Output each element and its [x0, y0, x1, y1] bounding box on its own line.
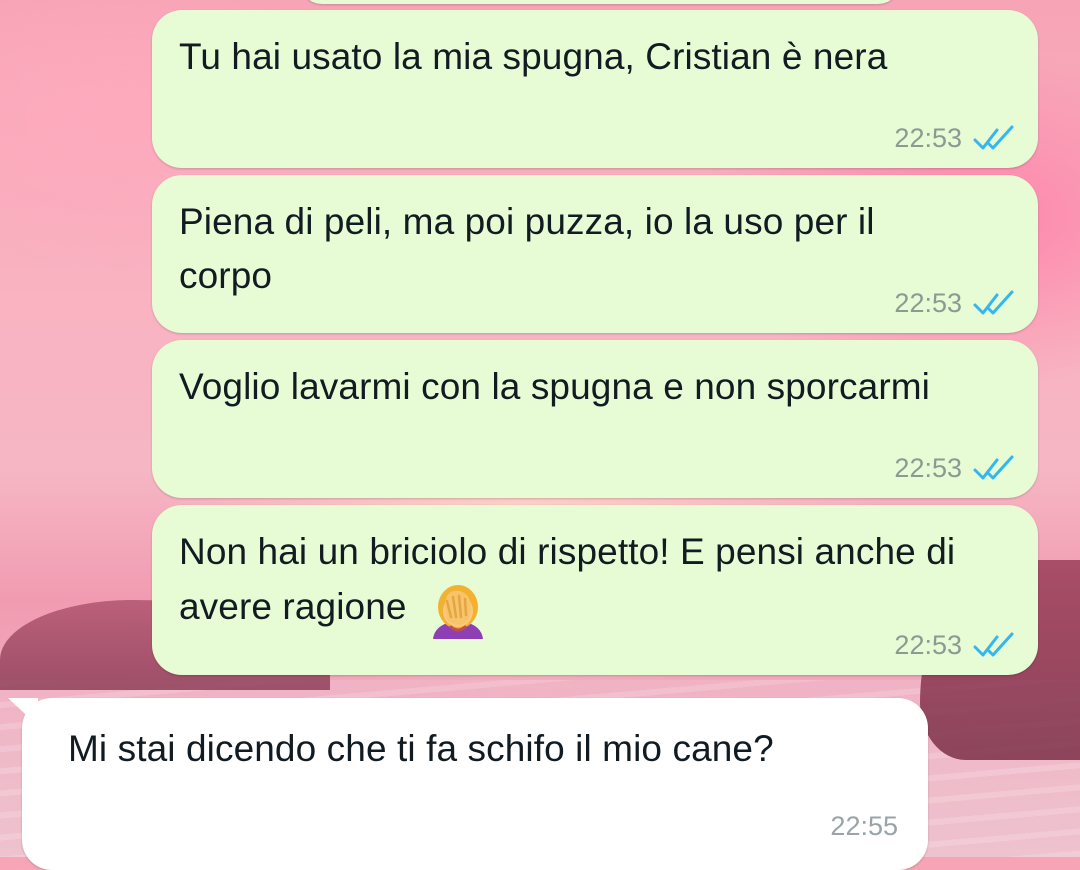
message-text: Mi stai dicendo che ti fa schifo il mio … [68, 728, 774, 769]
message-bubble-outgoing[interactable]: Piena di peli, ma poi puzza, io la uso p… [152, 175, 1038, 333]
message-text: Non hai un briciolo di rispetto! E pensi… [179, 525, 959, 639]
message-time: 22:53 [894, 123, 962, 153]
message-text: Piena di peli, ma poi puzza, io la uso p… [179, 201, 875, 296]
message-meta: 22:53 [894, 123, 1018, 154]
double-check-read-icon [973, 125, 1014, 149]
message-time: 22:53 [894, 288, 962, 318]
message-text-content: Non hai un briciolo di rispetto! E pensi… [179, 531, 956, 627]
message-meta: 22:55 [830, 811, 898, 842]
message-bubble-incoming[interactable]: Mi stai dicendo che ti fa schifo il mio … [8, 698, 928, 870]
message-time: 22:55 [830, 811, 898, 841]
message-text: Voglio lavarmi con la spugna e non sporc… [179, 366, 930, 407]
message-time: 22:53 [894, 630, 962, 660]
chat-message-list[interactable]: Tu hai usato la mia spugna, Cristian è n… [0, 0, 1080, 870]
double-check-read-icon [973, 290, 1014, 314]
message-bubble-outgoing[interactable]: Voglio lavarmi con la spugna e non sporc… [152, 340, 1038, 498]
message-bubble-outgoing[interactable]: Non hai un briciolo di rispetto! E pensi… [152, 505, 1038, 675]
bubble-tail [8, 698, 38, 726]
message-text: Tu hai usato la mia spugna, Cristian è n… [179, 36, 888, 77]
message-bubble-outgoing[interactable]: Tu hai usato la mia spugna, Cristian è n… [152, 10, 1038, 168]
message-meta: 22:53 [894, 630, 1018, 661]
double-check-read-icon [973, 455, 1014, 479]
woman-facepalming-emoji [432, 585, 483, 639]
double-check-read-icon [973, 632, 1014, 656]
message-meta: 22:53 [894, 288, 1018, 319]
message-bubble-cutoff [300, 0, 900, 4]
message-time: 22:53 [894, 453, 962, 483]
message-meta: 22:53 [894, 453, 1018, 484]
